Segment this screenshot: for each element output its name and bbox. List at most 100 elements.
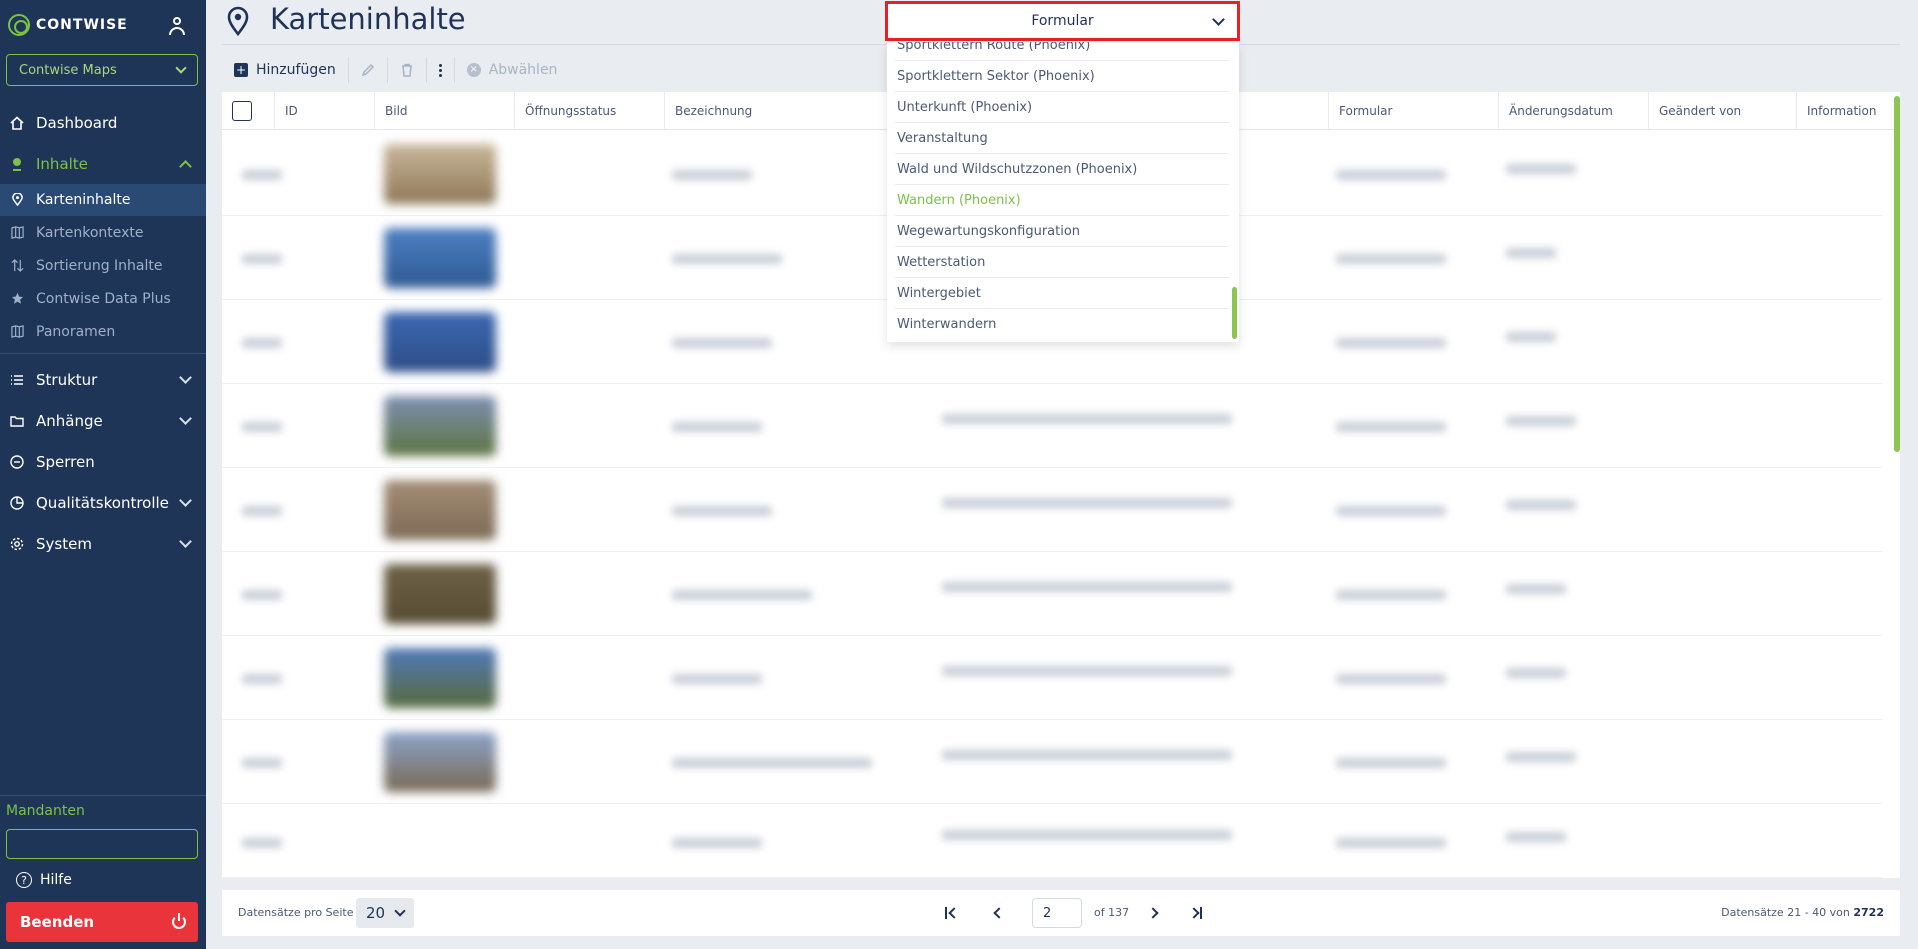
column-header-information[interactable]: Information bbox=[1796, 92, 1900, 130]
table-row[interactable] bbox=[222, 636, 1882, 720]
first-page-button[interactable] bbox=[942, 904, 960, 922]
thumbnail-image bbox=[384, 312, 496, 372]
dropdown-option[interactable]: Wegewartungskonfiguration bbox=[895, 216, 1229, 247]
chevron-down-icon bbox=[179, 494, 192, 507]
form-filter-select[interactable]: Formular bbox=[885, 1, 1240, 41]
dropdown-option[interactable]: Winterwandern bbox=[895, 309, 1229, 340]
column-header-oeffnungsstatus[interactable]: Öffnungsstatus bbox=[514, 92, 664, 130]
add-button[interactable]: + Hinzufügen bbox=[222, 52, 348, 88]
sidebar-subitem-panoramen[interactable]: Panoramen bbox=[0, 316, 206, 348]
sidebar-divider bbox=[0, 795, 206, 796]
thumbnail-image bbox=[384, 144, 496, 204]
sidebar-divider bbox=[0, 353, 206, 354]
blurred-cell bbox=[942, 414, 1232, 424]
blurred-cell bbox=[242, 170, 282, 180]
brand-name: CONTWISE bbox=[36, 17, 128, 33]
next-page-button[interactable] bbox=[1146, 904, 1164, 922]
more-actions-button[interactable] bbox=[427, 52, 454, 88]
mandanten-input[interactable] bbox=[6, 829, 198, 859]
records-range: Datensätze 21 - 40 von bbox=[1721, 906, 1850, 919]
delete-button[interactable] bbox=[388, 52, 426, 88]
previous-page-button[interactable] bbox=[988, 904, 1006, 922]
dropdown-option[interactable]: Wetterstation bbox=[895, 247, 1229, 278]
first-page-icon bbox=[945, 907, 947, 919]
thumbnail-image bbox=[384, 396, 496, 456]
column-header-aenderungsdatum[interactable]: Änderungsdatum bbox=[1498, 92, 1648, 130]
blurred-cell bbox=[672, 338, 772, 348]
dropdown-option[interactable]: Wintergebiet bbox=[895, 278, 1229, 309]
sidebar-subitem-data-plus[interactable]: Contwise Data Plus bbox=[0, 283, 206, 315]
dropdown-option[interactable]: Sportklettern Sektor (Phoenix) bbox=[895, 61, 1229, 92]
folder-icon bbox=[10, 416, 24, 427]
per-page-value: 20 bbox=[366, 904, 386, 922]
brand-logo: CONTWISE bbox=[8, 14, 128, 36]
table-row[interactable] bbox=[222, 384, 1882, 468]
per-page-label: Datensätze pro Seite bbox=[238, 906, 354, 919]
records-total: 2722 bbox=[1853, 906, 1884, 919]
table-row[interactable] bbox=[222, 552, 1882, 636]
block-icon bbox=[10, 455, 24, 469]
sidebar-subitem-sortierung[interactable]: Sortierung Inhalte bbox=[0, 250, 206, 282]
pin-icon bbox=[13, 158, 21, 171]
column-header-formular[interactable]: Formular bbox=[1328, 92, 1498, 130]
deselect-button[interactable]: × Abwählen bbox=[455, 52, 570, 88]
pencil-icon bbox=[361, 63, 374, 77]
tenant-select[interactable]: Contwise Maps bbox=[6, 54, 198, 86]
select-all-checkbox[interactable] bbox=[232, 101, 252, 121]
column-header-geaendert-von[interactable]: Geändert von bbox=[1648, 92, 1796, 130]
dropdown-scrollbar[interactable] bbox=[1232, 287, 1237, 339]
page-count-label: of 137 bbox=[1094, 906, 1130, 919]
sidebar-item-struktur[interactable]: Struktur bbox=[0, 364, 206, 396]
sidebar-item-system[interactable]: System bbox=[0, 528, 206, 560]
table-row[interactable] bbox=[222, 804, 1882, 878]
sidebar-item-sperren[interactable]: Sperren bbox=[0, 446, 206, 478]
thumbnail-image bbox=[384, 480, 496, 540]
column-header-bild[interactable]: Bild bbox=[374, 92, 514, 130]
thumbnail-image bbox=[384, 228, 496, 288]
dropdown-option[interactable]: Unterkunft (Phoenix) bbox=[895, 92, 1229, 123]
last-page-button[interactable] bbox=[1188, 904, 1206, 922]
blurred-cell bbox=[672, 674, 762, 684]
dropdown-option[interactable]: Veranstaltung bbox=[895, 123, 1229, 154]
dropdown-option-highlighted[interactable]: Wandern (Phoenix) bbox=[895, 185, 1229, 216]
sidebar-item-dashboard[interactable]: Dashboard bbox=[0, 107, 206, 139]
blurred-cell bbox=[672, 758, 872, 768]
blurred-cell bbox=[242, 674, 282, 684]
power-icon bbox=[172, 913, 186, 929]
help-link[interactable]: ? Hilfe bbox=[16, 872, 72, 888]
sidebar-item-label: Anhänge bbox=[36, 412, 103, 430]
close-circle-icon: × bbox=[466, 63, 481, 77]
page-number-input[interactable]: 2 bbox=[1032, 898, 1082, 928]
blurred-cell bbox=[1506, 584, 1566, 594]
chevron-left-icon bbox=[993, 907, 1005, 919]
table-row[interactable] bbox=[222, 720, 1882, 804]
column-header-id[interactable]: ID bbox=[274, 92, 374, 130]
trash-icon bbox=[401, 63, 412, 77]
blurred-cell bbox=[672, 422, 762, 432]
toolbar: + Hinzufügen × Abwählen bbox=[222, 52, 569, 88]
edit-button[interactable] bbox=[349, 52, 387, 88]
blurred-cell bbox=[1336, 838, 1446, 848]
table-row[interactable] bbox=[222, 468, 1882, 552]
pagination-bar: Datensätze pro Seite 20 2 of 137 Datensä… bbox=[222, 890, 1900, 936]
sidebar-subitem-kartenkontexte[interactable]: Kartenkontexte bbox=[0, 217, 206, 249]
help-label: Hilfe bbox=[40, 872, 72, 888]
dropdown-option[interactable]: Wald und Wildschutzzonen (Phoenix) bbox=[895, 154, 1229, 185]
records-info: Datensätze 21 - 40 von 2722 bbox=[1721, 906, 1884, 919]
sidebar-item-inhalte[interactable]: Inhalte bbox=[0, 148, 206, 180]
user-icon[interactable] bbox=[168, 17, 186, 35]
sidebar-item-qualitaetskontrolle[interactable]: Qualitätskontrolle bbox=[0, 487, 206, 519]
sidebar-item-anhaenge[interactable]: Anhänge bbox=[0, 405, 206, 437]
add-button-label: Hinzufügen bbox=[256, 62, 336, 78]
dropdown-option[interactable]: Sportklettern Route (Phoenix) bbox=[895, 42, 1229, 61]
blurred-cell bbox=[242, 422, 282, 432]
blurred-cell bbox=[1336, 338, 1446, 348]
per-page-select[interactable]: 20 bbox=[356, 898, 414, 928]
map-icon bbox=[11, 226, 24, 239]
sidebar-subitem-karteninhalte[interactable]: Karteninhalte bbox=[0, 184, 206, 216]
chevron-down-icon bbox=[179, 412, 192, 425]
blurred-cell bbox=[672, 254, 782, 264]
table-scrollbar[interactable] bbox=[1894, 96, 1900, 452]
logout-button[interactable]: Beenden bbox=[6, 902, 198, 942]
blurred-cell bbox=[242, 590, 282, 600]
